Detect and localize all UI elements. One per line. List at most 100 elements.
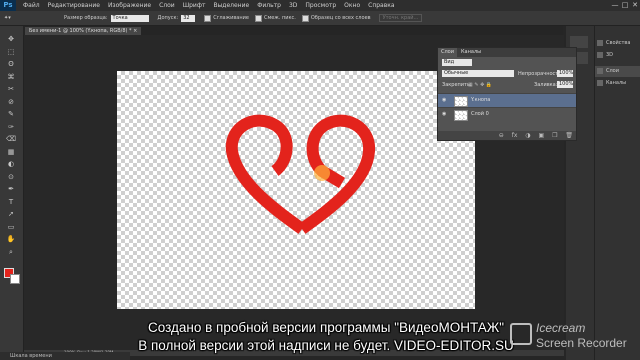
menu-view[interactable]: Просмотр [305,2,336,9]
menu-filter[interactable]: Фильтр [257,2,281,9]
tool-icon[interactable]: ➚ [5,209,17,219]
kind-filter-select[interactable]: Вид [442,59,472,66]
refine-edge-button[interactable]: Уточн. край... [378,14,423,22]
menu-file[interactable]: Файл [23,2,40,9]
tool-icon[interactable]: ✑ [5,122,17,132]
lock-icons[interactable]: ▦ ✎ ✥ 🔒 [468,80,492,90]
tool-icon[interactable]: ⌕ [5,247,17,257]
channels-icon [597,79,603,86]
menu-bar: Ps Файл Редактирование Изображение Слои … [0,0,640,11]
layers-panel-footer: ⊖ fx ◑ ▣ ❐ 🗑 [438,131,576,140]
background-color-swatch[interactable] [10,274,20,284]
all-layers-label: Образец со всех слоев [310,15,371,21]
tool-icon[interactable]: ⊘ [5,97,17,107]
menu-3d[interactable]: 3D [289,2,297,9]
magic-wand-tool-icon[interactable]: ✦▾ [4,15,24,21]
layer-row[interactable]: ◉ Y.кнопа [438,93,576,107]
tool-icon[interactable]: ▦ [5,147,17,157]
fill-input[interactable]: 100% [557,81,573,88]
photoshop-logo: Ps [0,0,16,11]
tolerance-input[interactable]: 32 [181,14,196,22]
tool-icon[interactable]: ⌫ [5,134,17,144]
fill-label: Заливка: [534,82,558,88]
watermark-line-1: Создано в пробной версии программы "Виде… [147,320,505,335]
filter-row: Вид [438,58,576,68]
tool-icon[interactable]: T [5,197,17,207]
heart-shape-graphic [225,114,376,234]
visibility-eye-icon[interactable]: ◉ [442,97,446,103]
3d-icon [597,51,603,58]
menu-type[interactable]: Шрифт [183,2,206,9]
tool-icon[interactable]: ◐ [5,159,17,169]
recorder-subtitle: Screen Recorder [536,336,627,350]
contiguous-checkbox[interactable] [254,14,262,22]
menu-edit[interactable]: Редактирование [48,2,100,9]
watermark-line-2: В полной версии этой надписи не будет. V… [138,338,514,353]
visibility-eye-icon[interactable]: ◉ [442,111,446,117]
maximize-button[interactable]: □ [620,0,630,11]
canvas-transparent[interactable] [117,71,475,309]
fx-icon[interactable]: fx [512,132,518,139]
tool-icon[interactable]: ✂ [5,84,17,94]
recorder-brand: Icecream [536,321,586,335]
timeline-tab[interactable]: Шкала времени [0,352,130,360]
tool-icon[interactable]: ⬚ [5,47,17,57]
tool-icon[interactable]: ▭ [5,222,17,232]
opacity-input[interactable]: 100% [557,70,573,77]
tool-icon[interactable]: ✒ [5,184,17,194]
menu-layers[interactable]: Слои [159,2,175,9]
menu-image[interactable]: Изображение [108,2,151,9]
tab-channels[interactable]: Каналы [458,48,484,57]
menu-window[interactable]: Окно [344,2,360,9]
layers-icon [597,67,603,74]
recorder-logo-icon [510,323,532,345]
lock-row: Закрепить: ▦ ✎ ✥ 🔒 Заливка: 100% [438,80,576,90]
channels-panel-button[interactable]: Каналы [595,78,640,89]
tools-panel: ✥ ⬚ ʘ ⌘ ✂ ⊘ ✎ ✑ ⌫ ▦ ◐ ⊙ ✒ T ➚ ▭ ✋ ⌕ [0,26,24,356]
layer-row[interactable]: ◉ Слой 0 [438,107,576,121]
right-panel-column: Свойства 3D Слои Каналы [594,26,640,360]
layers-panel-tabs: Слои Каналы [438,48,576,57]
all-layers-checkbox[interactable] [301,14,309,22]
tool-icon[interactable]: ʘ [5,59,17,69]
mask-icon[interactable]: ▣ [538,132,544,139]
link-layers-icon[interactable]: ⊖ [499,132,504,139]
tool-icon[interactable]: ⌘ [5,72,17,82]
new-layer-icon[interactable]: ❐ [552,132,557,139]
layer-name: Y.кнопа [471,97,491,103]
tool-icon[interactable]: ✋ [5,234,17,244]
tool-icon[interactable]: ⊙ [5,172,17,182]
options-bar: ✦▾ Размер образца: Точка Допуск: 32 Сгла… [0,11,640,26]
3d-panel-button[interactable]: 3D [595,50,640,61]
close-button[interactable]: ✕ [630,0,640,11]
tab-layers[interactable]: Слои [438,48,457,57]
layers-panel-button[interactable]: Слои [595,66,640,77]
document-tab-title: Без имени-1 @ 100% (Y.кнопа, RGB/8) * [29,28,132,34]
sample-size-label: Размер образца: [64,15,108,21]
menu-help[interactable]: Справка [368,2,394,9]
properties-panel-button[interactable]: Свойства [595,38,640,49]
watermark-text: Создано в пробной версии программы "Виде… [118,319,534,355]
tool-icon[interactable]: ✥ [5,34,17,44]
properties-icon [597,39,603,46]
document-tab[interactable]: Без имени-1 @ 100% (Y.кнопа, RGB/8) * × [25,27,142,35]
trash-icon[interactable]: 🗑 [565,132,573,139]
blend-mode-select[interactable]: Обычные [442,70,514,77]
layer-thumbnail [454,96,468,107]
recorder-watermark: Icecream Screen Recorder [510,321,638,357]
layers-panel: Слои Каналы Вид Обычные Непрозрачность: … [437,47,577,141]
close-tab-icon[interactable]: × [133,28,137,34]
tolerance-label: Допуск: [157,15,179,21]
layer-name: Слой 0 [471,111,489,117]
cursor-highlight [314,165,330,181]
tool-icon[interactable]: ✎ [5,109,17,119]
contiguous-label: Смеж. пикс. [263,15,296,21]
menu-select[interactable]: Выделение [213,2,249,9]
sample-size-select[interactable]: Точка [110,14,149,22]
minimize-button[interactable]: — [610,0,620,11]
antialias-checkbox[interactable] [204,14,212,22]
adjustment-icon[interactable]: ◑ [525,132,530,139]
window-controls: — □ ✕ [610,0,640,11]
layer-thumbnail [454,110,468,121]
antialias-label: Сглаживание [213,15,249,21]
